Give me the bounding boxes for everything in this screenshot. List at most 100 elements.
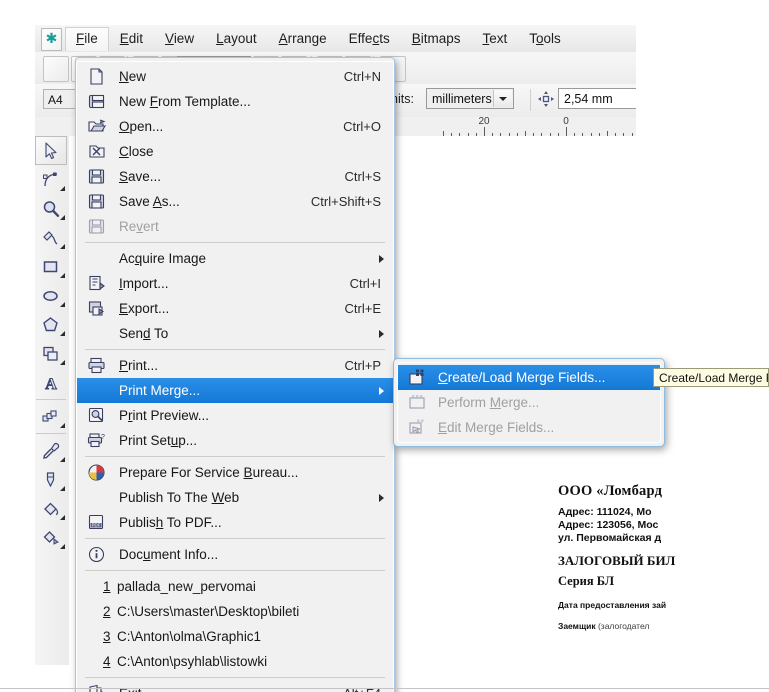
menu-item-label: Print Preview...	[119, 408, 210, 423]
doc-borrower-bold: Заемщик	[558, 621, 596, 631]
tool-eyedropper[interactable]	[35, 436, 67, 465]
menu-bitmaps[interactable]: Bitmaps	[401, 27, 472, 51]
tool-interactive-blend[interactable]	[35, 402, 67, 431]
flyout-arrow-icon[interactable]	[60, 457, 65, 462]
menu-item-send-to[interactable]: Send To	[77, 321, 393, 346]
menu-bar-items: File Edit View Layout Arrange Effects Bi…	[65, 25, 572, 52]
file-dropdown-menu[interactable]: New Ctrl+N New From Template... Open... Ctrl…	[75, 57, 395, 692]
shape-node-icon	[43, 172, 58, 186]
menu-item-recent-file-1[interactable]: 1 pallada_new_pervomai	[77, 574, 393, 599]
tool-ellipse[interactable]	[35, 281, 67, 310]
tool-shape[interactable]	[35, 165, 67, 194]
menu-item-publish-to-pdf[interactable]: PDF Publish To PDF...	[77, 510, 393, 535]
recent-file-number: 2	[103, 604, 111, 619]
menu-item-save[interactable]: Save... Ctrl+S	[77, 164, 393, 189]
flyout-arrow-icon[interactable]	[60, 302, 65, 307]
page-size-field[interactable]: A4	[43, 89, 77, 109]
menu-item-document-info[interactable]: Document Info...	[77, 542, 393, 567]
menu-view[interactable]: View	[154, 27, 205, 51]
eyedropper-icon	[43, 442, 60, 459]
menu-text[interactable]: Text	[472, 27, 519, 51]
pdf-icon: PDF	[87, 513, 106, 532]
flyout-arrow-icon[interactable]	[60, 423, 65, 428]
menu-item-close[interactable]: Close	[77, 139, 393, 164]
menu-item-shortcut: Ctrl+Shift+S	[310, 194, 381, 209]
menu-item-shortcut: Ctrl+N	[343, 69, 381, 84]
menu-item-label: Publish To The Web	[119, 490, 240, 505]
menu-item-label: Export...	[119, 301, 170, 316]
submenu-item-label: Edit Merge Fields...	[438, 420, 555, 435]
tool-freehand[interactable]	[35, 223, 67, 252]
flyout-arrow-icon[interactable]	[60, 273, 65, 278]
menu-tools[interactable]: Tools	[518, 27, 572, 51]
flyout-arrow-icon[interactable]	[60, 186, 65, 191]
menu-item-import[interactable]: Import... Ctrl+I	[77, 271, 393, 296]
toolbar-new-button[interactable]	[43, 56, 69, 82]
recent-file-number: 3	[103, 629, 111, 644]
recent-file-label: C:\Anton\psyhlab\listowki	[117, 654, 268, 669]
menu-item-label: Print...	[119, 358, 159, 373]
tool-interactive-fill[interactable]	[35, 523, 67, 552]
menu-item-acquire-image[interactable]: Acquire Image	[77, 246, 393, 271]
menu-item-label: Acquire Image	[119, 251, 207, 266]
flyout-arrow-icon[interactable]	[60, 360, 65, 365]
tool-basic-shapes[interactable]	[35, 339, 67, 368]
tool-outline-pen[interactable]	[35, 465, 67, 494]
menu-item-print-merge[interactable]: Print Merge...	[77, 378, 393, 403]
tool-zoom[interactable]	[35, 194, 67, 223]
print-merge-submenu[interactable]: Create/Load Merge Fields... Perform Merge…	[393, 358, 665, 447]
units-combo[interactable]: millimeters	[426, 88, 514, 109]
menu-item-new-from-template[interactable]: New From Template...	[77, 89, 393, 114]
doc-heading: ЗАЛОГОВЫЙ БИЛ	[558, 553, 676, 568]
corel-document-icon[interactable]: ✱	[41, 28, 62, 51]
doc-address-line-2: Адрес: 123056, Мос	[558, 519, 659, 531]
menu-item-open[interactable]: Open... Ctrl+O	[77, 114, 393, 139]
menu-item-exit[interactable]: Exit Alt+F4	[77, 681, 393, 692]
menu-item-recent-file-2[interactable]: 2 C:\Users\master\Desktop\bileti	[77, 599, 393, 624]
flyout-arrow-icon[interactable]	[60, 486, 65, 491]
menu-item-prepare-for-service-bureau[interactable]: Prepare For Service Bureau...	[77, 460, 393, 485]
recent-file-number: 4	[103, 654, 111, 669]
submenu-arrow-icon	[379, 386, 384, 395]
svg-text:?: ?	[101, 434, 105, 441]
tool-pick[interactable]	[35, 136, 67, 165]
menu-item-export[interactable]: Export... Ctrl+E	[77, 296, 393, 321]
nudge-offset-field[interactable]: 2,54 mm	[558, 88, 642, 109]
screenshot-root: ✱ File Edit View Layout Arrange Effects …	[0, 0, 769, 692]
menu-layout[interactable]: Layout	[205, 27, 268, 51]
doc-series: Серия БЛ	[558, 574, 615, 588]
doc-date-line: Дата предоставления зай	[558, 600, 667, 610]
recent-file-number: 1	[103, 579, 111, 594]
menu-item-recent-file-4[interactable]: 4 C:\Anton\psyhlab\listowki	[77, 649, 393, 674]
flyout-arrow-icon[interactable]	[60, 215, 65, 220]
menu-arrange[interactable]: Arrange	[268, 27, 338, 51]
tool-rectangle[interactable]	[35, 252, 67, 281]
tool-text[interactable]: A	[35, 368, 67, 397]
tool-fill[interactable]	[35, 494, 67, 523]
flyout-arrow-icon[interactable]	[60, 544, 65, 549]
menu-item-print-setup[interactable]: ? Print Setup...	[77, 428, 393, 453]
menu-item-new[interactable]: New Ctrl+N	[77, 64, 393, 89]
flyout-arrow-icon[interactable]	[60, 244, 65, 249]
menu-item-shortcut: Ctrl+O	[343, 119, 381, 134]
svg-text:A: A	[45, 376, 57, 393]
flyout-arrow-icon[interactable]	[60, 331, 65, 336]
menu-file[interactable]: File	[65, 26, 109, 51]
menu-item-print[interactable]: Print... Ctrl+P	[77, 353, 393, 378]
menu-item-save-as[interactable]: Save As... Ctrl+Shift+S	[77, 189, 393, 214]
submenu-arrow-icon	[379, 329, 384, 338]
menu-item-recent-file-3[interactable]: 3 C:\Anton\olma\Graphic1	[77, 624, 393, 649]
menu-item-label: Close	[119, 144, 154, 159]
submenu-item-perform-merge: Perform Merge...	[398, 390, 660, 415]
units-chevron-down-icon[interactable]	[493, 90, 512, 107]
menu-item-label: Import...	[119, 276, 169, 291]
service-bureau-icon	[87, 463, 106, 482]
menu-item-print-preview[interactable]: Print Preview...	[77, 403, 393, 428]
tool-polygon[interactable]	[35, 310, 67, 339]
menu-effects[interactable]: Effects	[338, 27, 401, 51]
submenu-item-create-load-merge-fields[interactable]: Create/Load Merge Fields...	[398, 365, 660, 390]
menu-item-publish-to-the-web[interactable]: Publish To The Web	[77, 485, 393, 510]
document-artwork[interactable]: ООО «Ломбард Адрес: 111024, Мо Адрес: 12…	[558, 483, 769, 631]
flyout-arrow-icon[interactable]	[60, 515, 65, 520]
menu-edit[interactable]: Edit	[109, 27, 154, 51]
